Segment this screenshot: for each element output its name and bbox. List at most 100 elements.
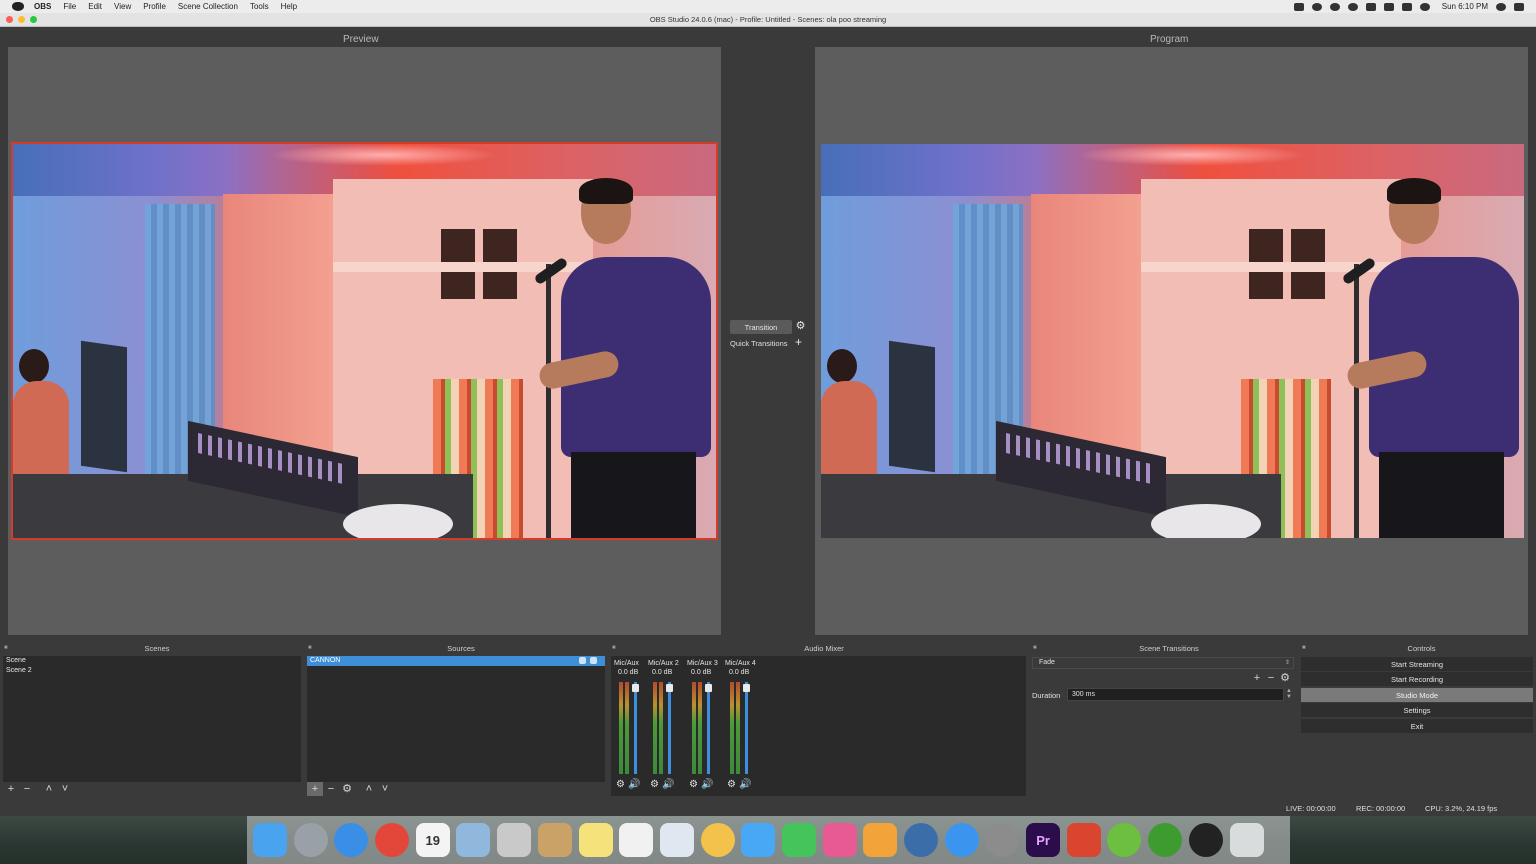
start-streaming-button[interactable]: Start Streaming (1301, 657, 1533, 671)
finder-icon[interactable] (253, 823, 287, 857)
system-preferences-icon[interactable] (985, 823, 1020, 857)
studio-mode-button[interactable]: Studio Mode (1301, 688, 1533, 702)
volume-fader[interactable] (668, 682, 671, 774)
ibooks-icon[interactable] (863, 823, 898, 857)
zoom-window-button[interactable] (30, 16, 37, 23)
quick-transitions-add-icon[interactable]: + (795, 336, 802, 348)
volume-fader-handle[interactable] (705, 684, 712, 692)
start-recording-button[interactable]: Start Recording (1301, 672, 1533, 686)
photo-booth-icon[interactable] (659, 823, 694, 857)
volume-fader-handle[interactable] (743, 684, 750, 692)
spotlight-search-icon[interactable] (1496, 2, 1506, 11)
duration-stepper-icon[interactable]: ▲ ▼ (1286, 688, 1292, 700)
add-transition-button[interactable]: + (1250, 673, 1264, 684)
photos-icon[interactable] (700, 823, 735, 857)
add-scene-button[interactable]: + (3, 782, 19, 796)
input-source-icon[interactable] (1401, 2, 1412, 11)
menu-view[interactable]: View (114, 2, 131, 11)
wifi-icon[interactable] (1419, 2, 1430, 11)
premiere-pro-icon[interactable]: Pr (1026, 823, 1061, 857)
dropbox-icon[interactable] (1329, 2, 1340, 11)
app-status-icon[interactable] (1347, 2, 1358, 11)
transition-gear-icon[interactable]: ⚙ (795, 321, 806, 332)
menu-edit[interactable]: Edit (88, 2, 102, 11)
exit-button[interactable]: Exit (1301, 719, 1533, 733)
menu-tools[interactable]: Tools (250, 2, 269, 11)
menu-help[interactable]: Help (281, 2, 297, 11)
menu-scene-collection[interactable]: Scene Collection (178, 2, 238, 11)
channel-gear-icon[interactable]: ⚙ (727, 780, 736, 790)
apple-icon[interactable] (12, 2, 24, 11)
messages-icon[interactable] (741, 823, 776, 857)
source-properties-gear-icon[interactable]: ⚙ (339, 782, 355, 796)
channel-speaker-icon[interactable]: 🔊 (701, 780, 713, 790)
creative-cloud-icon[interactable] (1311, 2, 1322, 11)
duration-input[interactable] (1067, 688, 1284, 701)
chrome-icon[interactable] (375, 823, 410, 857)
itunes-icon[interactable] (822, 823, 857, 857)
program-video-feed[interactable] (821, 144, 1524, 538)
channel-gear-icon[interactable]: ⚙ (616, 780, 625, 790)
preview-video-feed[interactable] (11, 142, 718, 540)
volume-fader[interactable] (634, 682, 637, 774)
remove-source-button[interactable]: − (323, 782, 339, 796)
menu-profile[interactable]: Profile (143, 2, 166, 11)
preview-pane[interactable] (8, 47, 721, 635)
scene-item[interactable]: Scene (3, 656, 301, 666)
remove-scene-button[interactable]: − (19, 782, 35, 796)
utorrent-icon[interactable] (1107, 823, 1142, 857)
move-source-down-button[interactable]: ˅ (377, 782, 393, 796)
scenes-list[interactable]: Scene Scene 2 (3, 656, 301, 782)
transition-type-select[interactable]: Fade ⇕ (1032, 657, 1294, 669)
transition-button[interactable]: Transition (730, 320, 792, 334)
volume-fader[interactable] (707, 682, 710, 774)
bluetooth-icon[interactable] (1383, 2, 1394, 11)
quicktime-icon[interactable] (904, 823, 938, 857)
launchpad-icon[interactable] (293, 823, 328, 857)
menu-app-obs[interactable]: OBS (34, 2, 51, 11)
calendar-icon[interactable]: 19 (415, 823, 450, 857)
notes-icon[interactable] (578, 823, 613, 857)
trash-icon[interactable] (1229, 823, 1264, 857)
scene-item[interactable]: Scene 2 (3, 666, 301, 676)
move-scene-up-button[interactable]: ˄ (41, 782, 57, 796)
add-source-button[interactable]: + (307, 782, 323, 796)
safari-icon[interactable] (334, 823, 369, 857)
settings-button[interactable]: Settings (1301, 703, 1533, 717)
menu-file[interactable]: File (63, 2, 76, 11)
facetime-icon[interactable] (781, 823, 816, 857)
minimize-window-button[interactable] (18, 16, 25, 23)
transition-properties-gear-icon[interactable]: ⚙ (1278, 673, 1292, 684)
contacts-icon[interactable] (537, 823, 572, 857)
git-app-icon[interactable] (1066, 823, 1101, 857)
lock-icon[interactable] (590, 657, 597, 664)
channel-speaker-icon[interactable]: 🔊 (628, 780, 640, 790)
channel-speaker-icon[interactable]: 🔊 (662, 780, 674, 790)
preview-app-icon[interactable] (456, 823, 491, 857)
notification-center-icon[interactable] (1514, 2, 1524, 11)
disk-utility-icon[interactable] (497, 823, 532, 857)
person-head (19, 349, 49, 383)
channel-gear-icon[interactable]: ⚙ (650, 780, 659, 790)
airplay-icon[interactable] (1293, 2, 1304, 11)
controls-dock-pin-icon[interactable]: ■ (1302, 645, 1306, 651)
battery-icon[interactable] (1365, 2, 1376, 11)
volume-fader-handle[interactable] (666, 684, 673, 692)
reminders-icon[interactable] (619, 823, 654, 857)
move-scene-down-button[interactable]: ˅ (57, 782, 73, 796)
channel-gear-icon[interactable]: ⚙ (689, 780, 698, 790)
remove-transition-button[interactable]: − (1264, 673, 1278, 684)
volume-fader-handle[interactable] (632, 684, 639, 692)
obs-icon[interactable] (1188, 823, 1223, 857)
close-window-button[interactable] (6, 16, 13, 23)
studio-app-icon[interactable] (1148, 823, 1183, 857)
channel-speaker-icon[interactable]: 🔊 (739, 780, 751, 790)
visibility-eye-icon[interactable] (579, 657, 586, 664)
source-item[interactable]: CANNON (307, 656, 605, 666)
move-source-up-button[interactable]: ˄ (361, 782, 377, 796)
menubar-clock[interactable]: Sun 6:10 PM (1442, 2, 1488, 11)
sources-list[interactable]: CANNON (307, 656, 605, 782)
volume-fader[interactable] (745, 682, 748, 774)
app-store-icon[interactable] (944, 823, 979, 857)
program-pane[interactable] (815, 47, 1528, 635)
